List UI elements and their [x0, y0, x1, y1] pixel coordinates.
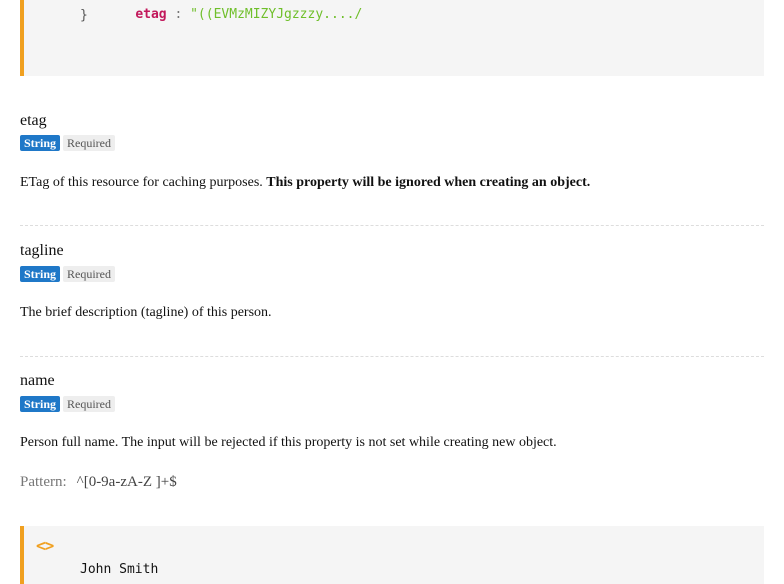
property-name: tagline [20, 242, 64, 259]
property-description: The brief description (tagline) of this … [20, 305, 272, 320]
required-badge: Required [63, 135, 116, 151]
type-badge: String [20, 396, 61, 412]
required-badge: Required [63, 266, 116, 282]
divider [20, 356, 764, 357]
code-example-block-top: etag : "((EVMzMIZYJgzzzy..../ } [20, 0, 764, 76]
property-pattern: Pattern: ^[0-9a-zA-Z ]+$ [20, 474, 177, 491]
property-name: etag [20, 112, 47, 129]
property-name: name [20, 372, 55, 389]
code-example-value: John Smith [80, 562, 159, 577]
property-name-field: name String Required Person full name. Th… [20, 372, 764, 452]
required-badge: Required [63, 396, 116, 412]
type-badge: String [20, 266, 61, 282]
property-badges: String Required [20, 135, 116, 153]
property-tagline: tagline String Required The brief descrip… [20, 242, 764, 322]
property-etag: etag String Required ETag of this resourc… [20, 112, 764, 192]
code-line-closing-brace: } [80, 8, 88, 23]
type-badge: String [20, 135, 61, 151]
pattern-label: Pattern: [20, 474, 67, 490]
property-badges: String Required [20, 396, 116, 414]
pattern-value: ^[0-9a-zA-Z ]+$ [76, 474, 177, 490]
divider [20, 225, 764, 226]
property-description: Person full name. The input will be reje… [20, 435, 557, 450]
code-example-block-bottom: <> John Smith [20, 526, 764, 584]
property-description: ETag of this resource for caching purpos… [20, 175, 591, 190]
property-badges: String Required [20, 266, 116, 284]
code-line-etag: etag : "((EVMzMIZYJgzzzy..../ [135, 7, 363, 22]
code-icon[interactable]: <> [36, 536, 54, 555]
